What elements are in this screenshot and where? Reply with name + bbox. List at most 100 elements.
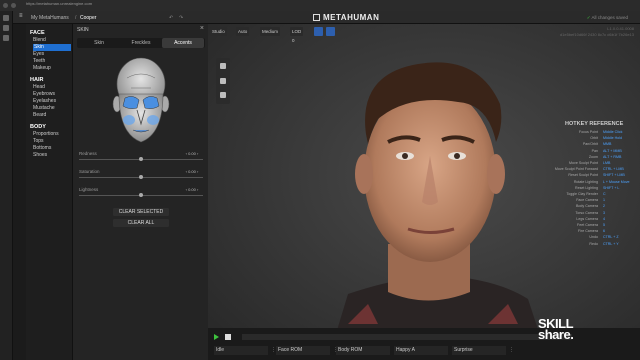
anim-body-rom-label: Body ROM <box>338 347 363 353</box>
character-viewport[interactable]: Studio Auto Medium LOD 0 L1.0.0.41.0008 … <box>208 24 640 360</box>
build-info: L1.0.0.41.0008 d1e5bef10d66f 2430 8c7c d… <box>560 26 634 38</box>
anim-surprise-menu-icon[interactable]: ⋮ <box>509 346 514 355</box>
sidebar-item-eyebrows[interactable]: Eyebrows <box>33 91 71 98</box>
breadcrumb-root[interactable]: My MetaHumans <box>31 15 69 21</box>
hotkey-binding: 4 <box>603 216 605 221</box>
hotkey-action: Legs Camera <box>576 216 598 221</box>
slider-thumb-redness[interactable] <box>139 157 143 161</box>
hotkey-binding: 1 <box>603 198 605 203</box>
address-bar[interactable]: https://metahuman.unrealengine.com <box>26 1 92 6</box>
clear-all-button[interactable]: CLEAR ALL <box>113 219 169 227</box>
hotkey-action: Body Camera <box>576 204 598 209</box>
accent-region-head-map[interactable] <box>103 54 179 166</box>
rail-icon-b[interactable] <box>3 35 9 41</box>
sidebar-item-eyelashes[interactable]: Eyelashes <box>33 98 71 105</box>
save-status-text: All changes saved <box>591 15 628 20</box>
hotkey-action: Pan/Orbit <box>582 142 598 147</box>
logo-mark-icon <box>313 14 320 21</box>
sidebar-item-teeth[interactable]: Teeth <box>33 58 71 65</box>
play-icon[interactable] <box>214 334 219 340</box>
face-tool-icon[interactable] <box>220 63 226 69</box>
hotkey-binding: SHIFT + LMB <box>603 173 625 178</box>
hotkey-binding: 6 <box>603 229 605 234</box>
browser-bar: https://metahuman.unrealengine.com <box>0 0 640 11</box>
hotkey-binding: C <box>603 192 606 196</box>
hotkey-binding: ALT + RMB <box>603 154 622 159</box>
hotkey-binding: 3 <box>603 210 605 215</box>
sidebar-item-skin[interactable]: Skin <box>33 44 71 51</box>
saturation-value-text[interactable]: 0.00 <box>188 169 196 174</box>
sidebar-item-proportions[interactable]: Proportions <box>33 131 71 138</box>
camera-icon[interactable] <box>314 27 323 36</box>
section-face: FACE <box>30 30 45 36</box>
hotkey-binding: LMB <box>603 161 611 165</box>
hotkey-action: Pan <box>591 148 598 153</box>
hotkey-binding: 5 <box>603 223 605 227</box>
hotkey-action: Toggle Clay Render <box>566 192 598 196</box>
breadcrumb-separator: / <box>75 15 77 21</box>
anim-happy-a[interactable]: Happy A⋮ <box>394 346 456 355</box>
undo-icon[interactable]: ↶ <box>169 15 173 21</box>
hamburger-icon[interactable]: ≡ <box>19 13 23 19</box>
quality-dropdown[interactable]: Medium <box>260 27 281 36</box>
panel-tabs: Skin Freckles Accents <box>77 38 205 48</box>
hotkey-action: Reset Lighting <box>575 185 598 190</box>
slider-label-saturation: Saturation <box>79 169 100 174</box>
hotkey-action: Move Sculpt Point <box>569 161 598 165</box>
auto-dropdown[interactable]: Auto <box>236 27 250 36</box>
slider-thumb-lightness[interactable] <box>139 193 143 197</box>
tab-skin[interactable]: Skin <box>78 38 120 48</box>
sidebar-item-makeup[interactable]: Makeup <box>33 65 71 72</box>
lightness-value-text[interactable]: 0.00 <box>188 187 196 192</box>
hotkey-action: Focus Point <box>579 130 598 134</box>
breadcrumb-current: Cooper <box>80 15 97 21</box>
anim-surprise-label: Surprise <box>454 347 473 353</box>
clear-selected-button[interactable]: CLEAR SELECTED <box>113 208 169 216</box>
hotkey-binding: CTRL + Z <box>603 235 619 240</box>
lod-dropdown[interactable]: LOD 0 <box>290 27 304 43</box>
tab-accents[interactable]: Accents <box>162 38 204 48</box>
sidebar-item-blend[interactable]: Blend <box>33 37 71 44</box>
viewport-tools <box>216 58 230 104</box>
anim-face-rom[interactable]: Face ROM⋮ <box>276 346 338 355</box>
hotkey-action: Rotate Lighting <box>573 179 598 184</box>
reload-icon[interactable] <box>11 3 16 8</box>
timeline-scrubber[interactable] <box>242 334 572 340</box>
sidebar-item-tops[interactable]: Tops <box>33 138 71 145</box>
sidebar-item-shoes[interactable]: Shoes <box>33 152 71 159</box>
back-icon[interactable] <box>3 3 8 8</box>
anim-body-rom[interactable]: Body ROM⋮ <box>336 346 398 355</box>
hotkey-action: Undo <box>589 235 598 240</box>
sidebar-item-beard[interactable]: Beard <box>33 112 71 119</box>
sidebar-item-eyes[interactable]: Eyes <box>33 51 71 58</box>
move-tool-icon[interactable] <box>220 92 226 98</box>
visibility-icon[interactable] <box>326 27 335 36</box>
sidebar-item-head[interactable]: Head <box>33 84 71 91</box>
rail-icon-a[interactable] <box>3 25 9 31</box>
stop-icon[interactable] <box>225 334 231 340</box>
sidebar-item-bottoms[interactable]: Bottoms <box>33 145 71 152</box>
anim-idle[interactable]: Idle ⋮ <box>214 346 276 355</box>
metahuman-logo: METAHUMAN <box>313 13 379 22</box>
slider-value-lightness[interactable]: ‹ 0.00 › <box>181 187 203 193</box>
slider-value-redness[interactable]: ‹ 0.00 › <box>181 151 203 157</box>
tab-freckles[interactable]: Freckles <box>120 38 162 48</box>
slider-thumb-saturation[interactable] <box>139 175 143 179</box>
slider-value-saturation[interactable]: ‹ 0.00 › <box>181 169 203 175</box>
close-icon[interactable]: × <box>200 25 204 32</box>
hotkey-binding: L + Mouse Move <box>603 179 630 184</box>
sculpt-tool-icon[interactable] <box>220 78 226 84</box>
hotkey-action: Reset Sculpt Point <box>568 173 598 178</box>
anim-idle-label: Idle <box>216 347 225 353</box>
lighting-dropdown[interactable]: Studio <box>210 27 227 36</box>
anim-surprise[interactable]: Surprise ⋮ <box>452 346 514 355</box>
hotkey-action: Fire Camera <box>578 229 598 234</box>
hotkey-binding: 2 <box>603 204 605 209</box>
anim-face-rom-label: Face ROM <box>278 347 303 353</box>
redo-icon[interactable]: ↷ <box>179 15 183 21</box>
logo-text: METAHUMAN <box>323 13 380 22</box>
menu-icon[interactable] <box>3 15 9 21</box>
left-rail <box>0 11 13 360</box>
redness-value-text[interactable]: 0.00 <box>188 151 196 156</box>
sidebar-item-mustache[interactable]: Mustache <box>33 105 71 112</box>
